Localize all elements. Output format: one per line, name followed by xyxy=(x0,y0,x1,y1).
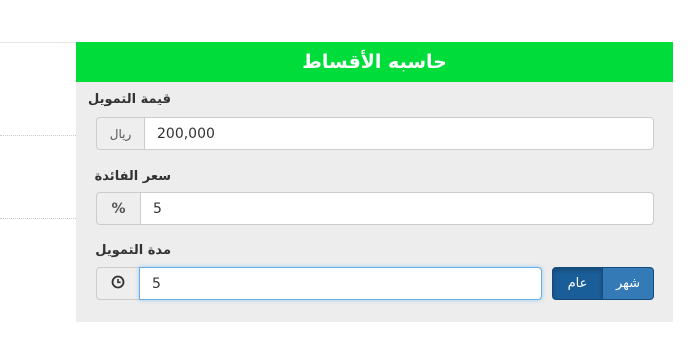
financing-period-input[interactable] xyxy=(139,267,542,300)
installment-calculator: حاسبه الأقساط قيمة التمويل ريال سعر الفا… xyxy=(76,42,673,322)
divider-line xyxy=(0,42,76,43)
financing-period-label: مدة التمويل xyxy=(95,243,171,258)
financing-amount-input[interactable] xyxy=(144,117,654,150)
clock-addon xyxy=(96,267,139,300)
month-button[interactable]: شهر xyxy=(603,267,654,300)
interest-rate-input[interactable] xyxy=(140,192,654,225)
financing-period-group xyxy=(96,267,542,300)
currency-addon: ريال xyxy=(96,117,144,150)
interest-rate-label: سعر الفائدة xyxy=(94,169,171,184)
period-unit-toggle: عام شهر xyxy=(552,267,654,300)
year-button[interactable]: عام xyxy=(552,267,603,300)
financing-amount-group: ريال xyxy=(96,117,654,150)
percent-addon: % xyxy=(96,192,140,225)
page: حاسبه الأقساط قيمة التمويل ريال سعر الفا… xyxy=(0,0,698,349)
clock-icon xyxy=(111,275,125,292)
calculator-title: حاسبه الأقساط xyxy=(76,42,673,82)
interest-rate-group: % xyxy=(96,192,654,225)
divider-line xyxy=(0,135,76,136)
financing-amount-label: قيمة التمويل xyxy=(88,92,171,107)
divider-line xyxy=(0,218,76,219)
